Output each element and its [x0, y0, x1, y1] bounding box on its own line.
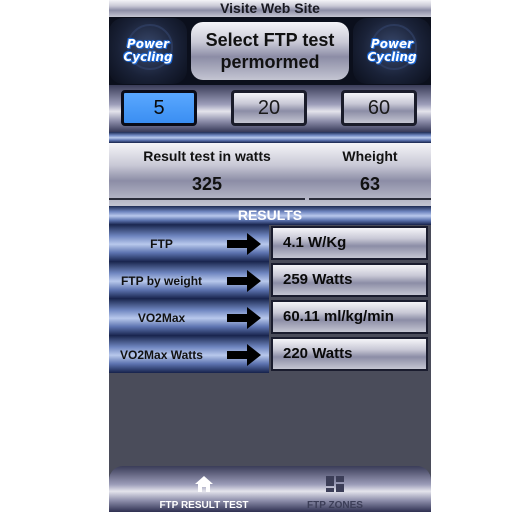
weight-column: Wheight 63	[309, 143, 431, 206]
nav-ftp-result-test[interactable]: FTP RESULT TEST	[139, 466, 269, 512]
right-arrow-icon	[227, 344, 261, 366]
result-label: VO2Max Watts	[120, 347, 203, 362]
test-60-button[interactable]: 60	[341, 90, 417, 126]
nav-label: FTP ZONES	[307, 500, 363, 511]
result-label: FTP	[150, 236, 173, 251]
nav-ftp-zones[interactable]: FTP ZONES	[279, 466, 391, 512]
input-underline	[309, 198, 431, 200]
bottom-navigation: FTP RESULT TEST FTP ZONES	[109, 466, 431, 512]
test-duration-selector: 5 20 60	[109, 85, 431, 133]
result-row-ftp: FTP 4.1 W/Kg	[109, 225, 431, 262]
weight-input[interactable]: 63	[309, 174, 431, 195]
result-row-ftp-by-weight: FTP by weight 259 Watts	[109, 262, 431, 299]
logo-text: Power Cycling	[367, 37, 417, 64]
logo-text: Power Cycling	[123, 37, 173, 64]
test-5-button[interactable]: 5	[121, 90, 197, 126]
divider	[109, 132, 431, 143]
result-row-vo2max: VO2Max 60.11 ml/kg/min	[109, 299, 431, 336]
power-cycling-logo: Power Cycling	[109, 18, 187, 84]
result-watts-label: Result test in watts	[143, 148, 271, 164]
result-row-vo2max-watts: VO2Max Watts 220 Watts	[109, 336, 431, 373]
result-value: 60.11 ml/kg/min	[271, 300, 428, 334]
weight-label: Wheight	[342, 148, 398, 164]
result-value: 4.1 W/Kg	[271, 226, 428, 260]
result-watts-column: Result test in watts 325	[109, 143, 305, 206]
result-value: 220 Watts	[271, 337, 428, 371]
power-cycling-logo: Power Cycling	[353, 18, 431, 84]
visit-website-link[interactable]: Visite Web Site	[109, 0, 431, 17]
app-screen: Visite Web Site Power Cycling Select FTP…	[109, 0, 431, 512]
input-underline	[109, 198, 305, 200]
select-ftp-test-text: Select FTP test permormed	[205, 30, 335, 72]
select-ftp-test-title: Select FTP test permormed	[191, 22, 349, 80]
right-arrow-icon	[227, 233, 261, 255]
home-icon	[195, 476, 213, 492]
result-watts-input[interactable]: 325	[109, 174, 305, 195]
result-label: VO2Max	[137, 310, 186, 325]
nav-label: FTP RESULT TEST	[159, 500, 249, 511]
input-panel: Result test in watts 325 Wheight 63	[109, 143, 431, 206]
test-20-button[interactable]: 20	[231, 90, 307, 126]
header: Power Cycling Select FTP test permormed …	[109, 17, 431, 85]
right-arrow-icon	[227, 307, 261, 329]
result-value: 259 Watts	[271, 263, 428, 297]
results-header: RESULTS	[109, 206, 431, 225]
right-arrow-icon	[227, 270, 261, 292]
result-label: FTP by weight	[120, 273, 203, 288]
grid-icon	[326, 476, 344, 492]
